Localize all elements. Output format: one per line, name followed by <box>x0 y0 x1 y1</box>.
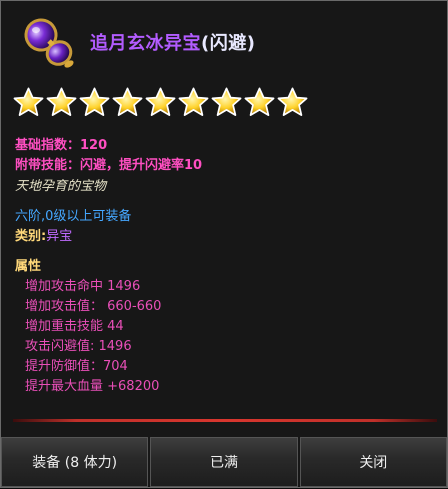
star-icon <box>46 87 77 118</box>
item-name: 追月玄冰异宝(闪避) <box>90 29 255 55</box>
item-name-suffix: (闪避) <box>201 33 256 54</box>
category-label: 类别: <box>15 229 47 244</box>
attribute-line: 增加攻击值： 660-660 <box>25 299 162 314</box>
base-index-row: 基础指数：120 <box>15 137 107 155</box>
attributes-heading: 属性 <box>15 259 42 274</box>
star-icon <box>13 87 44 118</box>
red-divider <box>13 419 437 422</box>
attribute-line: 攻击闪避值: 1496 <box>25 339 132 354</box>
star-icon <box>244 87 275 118</box>
item-tooltip-panel: 追月玄冰异宝(闪避) 基础指数：120 附带技能：闪避，提升闪避率10 天地孕育… <box>0 0 448 488</box>
item-name-main: 追月玄冰异宝 <box>90 33 201 54</box>
attribute-line: 增加重击技能 44 <box>25 319 124 334</box>
button-bar: 装备 (8 体力) 已满 关闭 <box>1 437 447 489</box>
base-index-value: 120 <box>80 138 108 153</box>
close-button[interactable]: 关闭 <box>299 437 447 487</box>
star-icon <box>178 87 209 118</box>
star-icon <box>211 87 242 118</box>
flavor-text: 天地孕育的宝物 <box>15 179 107 194</box>
base-index-label: 基础指数： <box>15 138 81 153</box>
skill-row: 附带技能：闪避，提升闪避率10 <box>15 157 202 175</box>
purple-orb-gourd-icon <box>19 11 77 71</box>
attribute-line: 提升防御值：704 <box>25 359 128 374</box>
category-value: 异宝 <box>46 229 73 244</box>
equip-button[interactable]: 装备 (8 体力) <box>1 437 149 487</box>
full-button[interactable]: 已满 <box>150 437 298 487</box>
star-icon <box>277 87 308 118</box>
attribute-line: 提升最大血量 +68200 <box>25 379 160 394</box>
skill-value: 闪避，提升闪避率10 <box>80 158 203 173</box>
star-rating <box>13 87 308 118</box>
skill-label: 附带技能： <box>15 158 81 173</box>
star-icon <box>112 87 143 118</box>
star-icon <box>79 87 110 118</box>
equip-requirement: 六阶,0级以上可装备 <box>15 209 132 224</box>
star-icon <box>145 87 176 118</box>
attribute-line: 增加攻击命中 1496 <box>25 279 141 294</box>
category-row: 类别:异宝 <box>15 228 72 246</box>
